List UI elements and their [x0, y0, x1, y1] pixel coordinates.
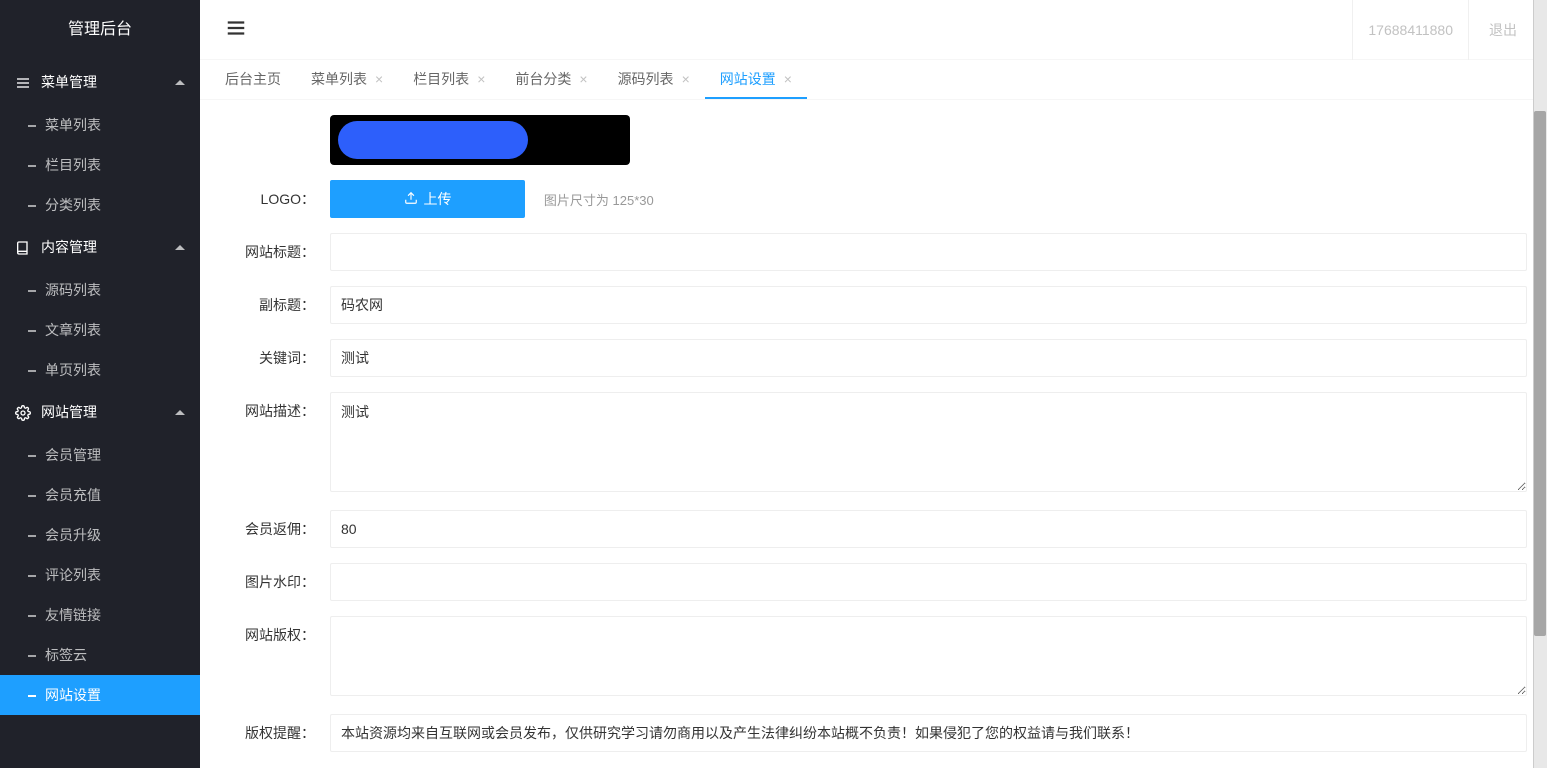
- form-content: LOGO： 上传 图片尺寸为 125*30 网站标题：: [200, 100, 1547, 768]
- sidebar: 管理后台 菜单管理 菜单列表 栏目列表 分类列表 内容管理 源码列表: [0, 0, 200, 768]
- nav-item-member-recharge[interactable]: 会员充值: [0, 475, 200, 515]
- scrollbar-track[interactable]: [1533, 0, 1547, 768]
- chevron-up-icon: [175, 245, 185, 250]
- nav-item-article-list[interactable]: 文章列表: [0, 310, 200, 350]
- nav-item-member-upgrade[interactable]: 会员升级: [0, 515, 200, 555]
- description-textarea[interactable]: [330, 392, 1527, 492]
- close-icon[interactable]: ×: [375, 59, 383, 99]
- tab-menu-list[interactable]: 菜单列表 ×: [296, 59, 398, 99]
- chevron-up-icon: [175, 80, 185, 85]
- upload-tip: 图片尺寸为 125*30: [544, 193, 654, 208]
- app-title: 管理后台: [0, 0, 200, 60]
- book-icon: [15, 240, 31, 256]
- tab-column-list[interactable]: 栏目列表 ×: [398, 59, 500, 99]
- commission-label: 会员返佣：: [220, 510, 330, 548]
- nav-item-page-list[interactable]: 单页列表: [0, 350, 200, 390]
- subtitle-input[interactable]: [330, 286, 1527, 324]
- nav-item-comment-list[interactable]: 评论列表: [0, 555, 200, 595]
- nav-group-label: 菜单管理: [41, 60, 97, 105]
- chevron-up-icon: [175, 410, 185, 415]
- logout-button[interactable]: 退出: [1474, 0, 1532, 60]
- keywords-label: 关键词：: [220, 339, 330, 377]
- header-user-phone[interactable]: 17688411880: [1352, 0, 1469, 60]
- main-area: 17688411880 退出 后台主页 菜单列表 × 栏目列表 × 前台分类 ×…: [200, 0, 1547, 768]
- subtitle-label: 副标题：: [220, 286, 330, 324]
- tabs-bar: 后台主页 菜单列表 × 栏目列表 × 前台分类 × 源码列表 × 网站设置 ×: [200, 60, 1547, 100]
- commission-input[interactable]: [330, 510, 1527, 548]
- site-title-input[interactable]: [330, 233, 1527, 271]
- gear-icon: [15, 405, 31, 421]
- nav-group-label: 网站管理: [41, 390, 97, 435]
- logo-preview: [330, 115, 630, 165]
- copyright-notice-label: 版权提醒：: [220, 714, 330, 752]
- tab-front-category[interactable]: 前台分类 ×: [500, 59, 602, 99]
- nav-item-column-list[interactable]: 栏目列表: [0, 145, 200, 185]
- close-icon[interactable]: ×: [579, 59, 587, 99]
- copyright-notice-input[interactable]: [330, 714, 1527, 752]
- logo-label: LOGO：: [220, 180, 330, 218]
- nav-group-label: 内容管理: [41, 225, 97, 270]
- tab-site-settings[interactable]: 网站设置 ×: [705, 59, 807, 99]
- nav-item-tag-cloud[interactable]: 标签云: [0, 635, 200, 675]
- keywords-input[interactable]: [330, 339, 1527, 377]
- nav-item-source-list[interactable]: 源码列表: [0, 270, 200, 310]
- close-icon[interactable]: ×: [477, 59, 485, 99]
- nav-group-site[interactable]: 网站管理: [0, 390, 200, 435]
- copyright-label: 网站版权：: [220, 616, 330, 654]
- site-title-label: 网站标题：: [220, 233, 330, 271]
- tab-home[interactable]: 后台主页: [210, 59, 296, 99]
- header: 17688411880 退出: [200, 0, 1547, 60]
- nav-item-site-settings[interactable]: 网站设置: [0, 675, 200, 715]
- scrollbar-thumb[interactable]: [1534, 111, 1546, 636]
- upload-icon: [404, 191, 418, 208]
- nav-item-category-list[interactable]: 分类列表: [0, 185, 200, 225]
- close-icon[interactable]: ×: [682, 59, 690, 99]
- watermark-label: 图片水印：: [220, 563, 330, 601]
- nav-group-menu[interactable]: 菜单管理: [0, 60, 200, 105]
- nav-item-friend-link[interactable]: 友情链接: [0, 595, 200, 635]
- description-label: 网站描述：: [220, 392, 330, 430]
- copyright-textarea[interactable]: [330, 616, 1527, 696]
- list-icon: [15, 75, 31, 91]
- nav-item-member-manage[interactable]: 会员管理: [0, 435, 200, 475]
- hamburger-icon[interactable]: [215, 17, 257, 42]
- nav-group-content[interactable]: 内容管理: [0, 225, 200, 270]
- nav-item-menu-list[interactable]: 菜单列表: [0, 105, 200, 145]
- tab-source-list[interactable]: 源码列表 ×: [603, 59, 705, 99]
- watermark-input[interactable]: [330, 563, 1527, 601]
- close-icon[interactable]: ×: [784, 59, 792, 99]
- upload-button[interactable]: 上传: [330, 180, 525, 218]
